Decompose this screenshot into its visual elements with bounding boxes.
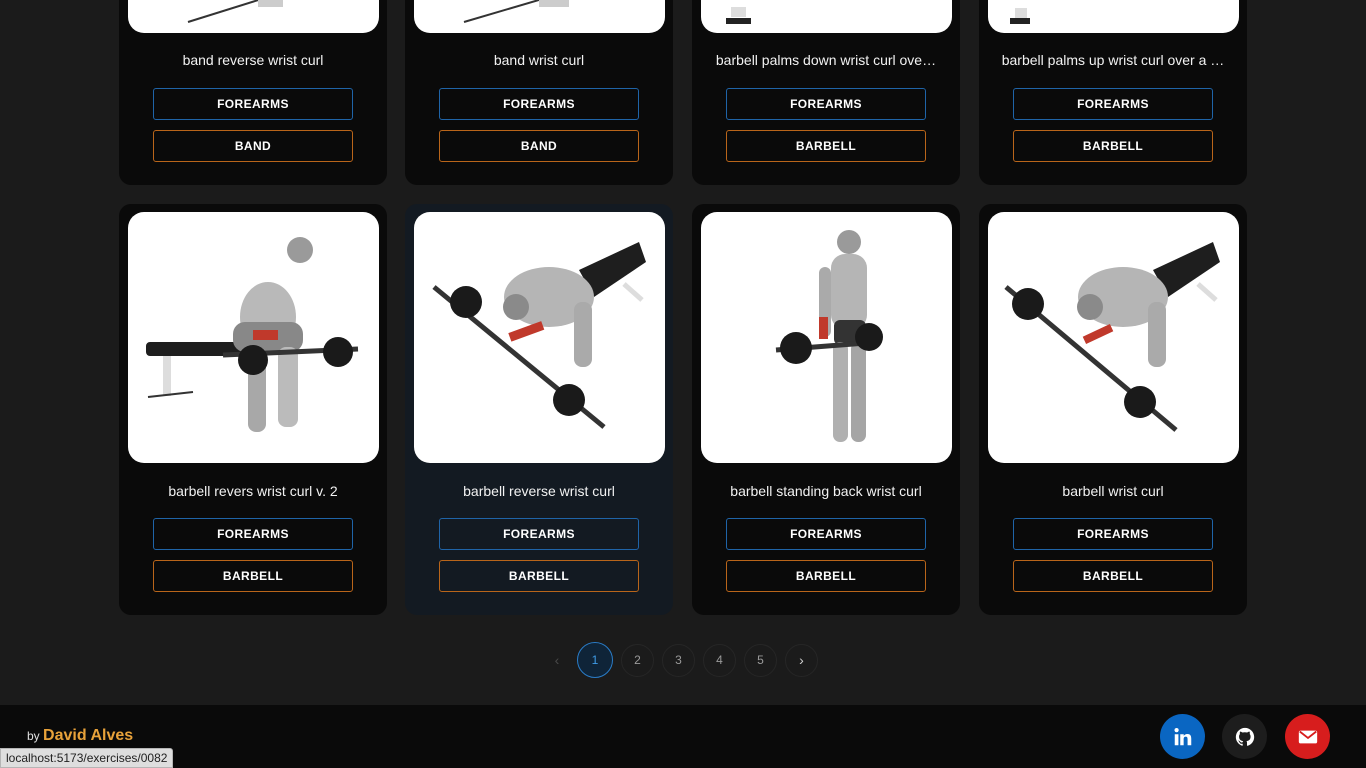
pagination: ‹ 1 2 3 4 5 › [545, 642, 826, 678]
target-muscle-tag[interactable]: FOREARMS [439, 518, 639, 550]
exercise-card[interactable]: band reverse wrist curl FOREARMS BAND [119, 0, 387, 185]
page-button-3[interactable]: 3 [662, 643, 695, 677]
github-button[interactable] [1222, 714, 1267, 759]
equipment-tag[interactable]: BARBELL [153, 560, 353, 592]
exercise-name[interactable]: barbell reverse wrist curl [421, 483, 657, 499]
byline: by David Alves [27, 727, 133, 745]
github-icon [1235, 727, 1254, 746]
exercise-name[interactable]: band reverse wrist curl [135, 52, 371, 68]
by-label: by [27, 729, 40, 743]
equipment-tag[interactable]: BARBELL [1013, 560, 1213, 592]
equipment-tag[interactable]: BARBELL [1013, 130, 1213, 162]
previous-page-button[interactable]: ‹ [545, 644, 569, 677]
exercise-card[interactable]: barbell revers wrist curl v. 2 FOREARMS … [119, 204, 387, 615]
page-button-5[interactable]: 5 [744, 643, 777, 677]
exercise-card[interactable]: barbell palms down wrist curl ove… FOREA… [692, 0, 960, 185]
target-muscle-tag[interactable]: FOREARMS [726, 518, 926, 550]
exercise-card[interactable]: barbell reverse wrist curl FOREARMS BARB… [405, 204, 673, 615]
exercise-image [988, 212, 1239, 463]
target-muscle-tag[interactable]: FOREARMS [439, 88, 639, 120]
target-muscle-tag[interactable]: FOREARMS [1013, 518, 1213, 550]
exercise-image [128, 212, 379, 463]
exercise-name[interactable]: barbell revers wrist curl v. 2 [135, 483, 371, 499]
target-muscle-tag[interactable]: FOREARMS [153, 88, 353, 120]
page-button-1[interactable]: 1 [577, 642, 613, 678]
exercise-image [701, 212, 952, 463]
equipment-tag[interactable]: BAND [153, 130, 353, 162]
mail-icon [1298, 730, 1317, 743]
linkedin-icon [1173, 727, 1191, 745]
equipment-tag[interactable]: BARBELL [726, 560, 926, 592]
next-page-button[interactable]: › [785, 643, 818, 677]
page-button-2[interactable]: 2 [621, 643, 654, 677]
page-button-4[interactable]: 4 [703, 643, 736, 677]
exercise-name[interactable]: band wrist curl [421, 52, 657, 68]
mail-button[interactable] [1285, 714, 1330, 759]
exercise-image [988, 0, 1239, 33]
equipment-tag[interactable]: BAND [439, 130, 639, 162]
exercise-image [701, 0, 952, 33]
target-muscle-tag[interactable]: FOREARMS [153, 518, 353, 550]
exercise-name[interactable]: barbell palms up wrist curl over a … [995, 52, 1231, 68]
exercise-image [128, 0, 379, 33]
equipment-tag[interactable]: BARBELL [439, 560, 639, 592]
target-muscle-tag[interactable]: FOREARMS [726, 88, 926, 120]
author-name[interactable]: David Alves [43, 727, 133, 744]
footer: by David Alves [0, 705, 1366, 768]
exercise-name[interactable]: barbell standing back wrist curl [708, 483, 944, 499]
equipment-tag[interactable]: BARBELL [726, 130, 926, 162]
exercise-name[interactable]: barbell palms down wrist curl ove… [708, 52, 944, 68]
exercise-card[interactable]: band wrist curl FOREARMS BAND [405, 0, 673, 185]
exercise-image [414, 212, 665, 463]
link-status-bar: localhost:5173/exercises/0082 [0, 748, 174, 768]
exercise-name[interactable]: barbell wrist curl [995, 483, 1231, 499]
target-muscle-tag[interactable]: FOREARMS [1013, 88, 1213, 120]
exercise-image [414, 0, 665, 33]
exercise-card[interactable]: barbell wrist curl FOREARMS BARBELL [979, 204, 1247, 615]
exercise-card[interactable]: barbell standing back wrist curl FOREARM… [692, 204, 960, 615]
linkedin-button[interactable] [1160, 714, 1205, 759]
exercise-card[interactable]: barbell palms up wrist curl over a … FOR… [979, 0, 1247, 185]
